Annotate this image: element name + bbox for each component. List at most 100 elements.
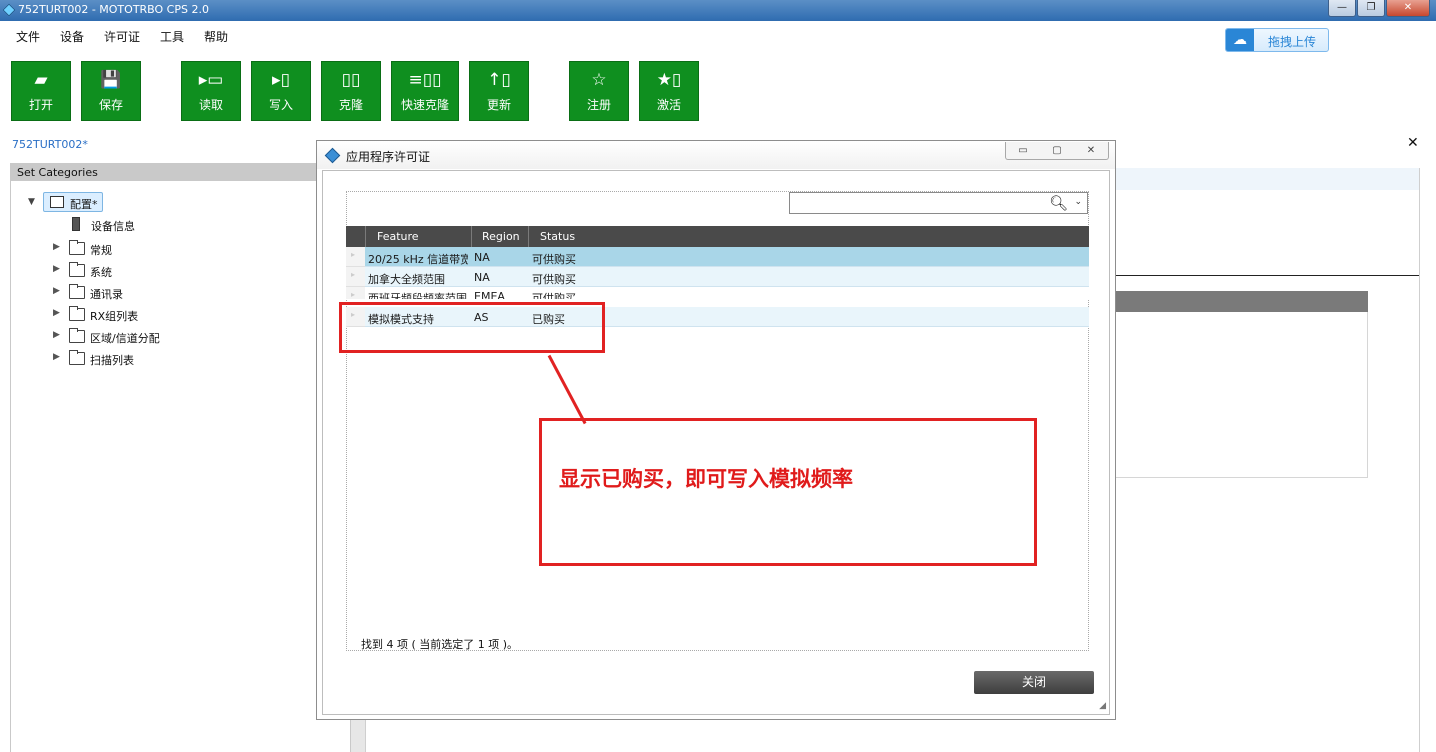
search-input[interactable]: 🔍︎ ⌄ — [789, 192, 1088, 214]
menu-tools[interactable]: 工具 — [160, 28, 184, 45]
search-icon[interactable]: 🔍︎ — [1049, 194, 1068, 212]
write-label: 写入 — [268, 98, 293, 112]
close-button[interactable]: 关闭 — [974, 671, 1094, 694]
folder-icon — [69, 328, 85, 343]
folder-icon — [69, 306, 85, 321]
update-button[interactable]: ↑▯ 更新 — [469, 61, 529, 121]
background-grid-body — [1113, 312, 1368, 478]
menu-bar: 文件 设备 许可证 工具 帮助 — [0, 22, 1436, 48]
grid-header: Feature Region Status — [346, 226, 1089, 247]
maximize-button[interactable]: ❐ — [1357, 0, 1385, 17]
tree-item-system[interactable]: ▶ 系统 — [53, 261, 253, 281]
tree-item-label: 扫描列表 — [90, 354, 134, 367]
column-region[interactable]: Region — [482, 230, 520, 243]
cell-feature: 西班牙频段频率范围 — [368, 292, 467, 299]
minimize-button[interactable]: — — [1328, 0, 1356, 17]
tree-item-label: 通讯录 — [90, 288, 123, 301]
table-row[interactable]: 西班牙频段频率范围 EMEA 可供购买 — [346, 287, 1089, 299]
quick-clone-label: 快速克隆 — [400, 98, 449, 112]
cell-region: EMEA — [474, 290, 505, 299]
cell-region: NA — [474, 251, 490, 264]
save-button[interactable]: 💾 保存 — [81, 61, 141, 121]
window-controls: — ❐ ✕ — [1327, 0, 1430, 17]
column-separator[interactable] — [471, 226, 472, 247]
tree-item-zone-channel[interactable]: ▶ 区域/信道分配 — [53, 327, 253, 347]
folder-icon — [69, 284, 85, 299]
window-title: 752TURT002 - MOTOTRBO CPS 2.0 — [18, 3, 209, 16]
table-row[interactable]: 加拿大全频范围 NA 可供购买 — [346, 267, 1089, 287]
expand-arrow-icon[interactable]: ▼ — [28, 197, 35, 207]
row-header[interactable] — [346, 287, 365, 299]
clone-radios-icon: ▯▯ — [341, 70, 361, 90]
tree-item-rx-group-list[interactable]: ▶ RX组列表 — [53, 305, 253, 325]
tree-item-label: RX组列表 — [90, 310, 139, 323]
column-feature[interactable]: Feature — [377, 230, 419, 243]
dialog-close-button[interactable]: ✕ — [1074, 142, 1108, 159]
write-button[interactable]: ▸▯ 写入 — [251, 61, 311, 121]
tree-root-label: 配置* — [70, 198, 98, 211]
close-document-icon[interactable]: ✕ — [1407, 135, 1419, 151]
dialog-minimize-button[interactable]: ▭ — [1006, 142, 1040, 159]
drag-upload-button[interactable]: ☁ 拖拽上传 — [1225, 28, 1329, 52]
annotation-highlight-box — [339, 302, 605, 353]
tree-item-contacts[interactable]: ▶ 通讯录 — [53, 283, 253, 303]
chevron-down-icon[interactable]: ⌄ — [1074, 197, 1082, 207]
drag-upload-label: 拖拽上传 — [1268, 35, 1317, 49]
read-device-icon: ▸▭ — [198, 70, 224, 90]
expand-arrow-icon[interactable]: ▶ — [53, 286, 60, 296]
expand-arrow-icon[interactable]: ▶ — [53, 242, 60, 252]
column-status[interactable]: Status — [540, 230, 575, 243]
expand-arrow-icon[interactable]: ▶ — [53, 330, 60, 340]
expand-arrow-icon[interactable]: ▶ — [53, 264, 60, 274]
floppy-icon: 💾 — [100, 70, 122, 90]
tree-item-scan-list[interactable]: ▶ 扫描列表 — [53, 349, 253, 369]
cell-region: NA — [474, 271, 490, 284]
tree-item-label: 系统 — [90, 266, 112, 279]
cell-status: 可供购买 — [532, 292, 576, 299]
write-radio-icon: ▸▯ — [272, 70, 290, 90]
clone-label: 克隆 — [338, 98, 363, 112]
clone-button[interactable]: ▯▯ 克隆 — [321, 61, 381, 121]
expand-arrow-icon[interactable]: ▶ — [53, 308, 60, 318]
dialog-title: 应用程序许可证 — [346, 150, 431, 164]
radio-device-icon — [72, 217, 80, 231]
tree-item-device-info[interactable]: 设备信息 — [72, 215, 172, 235]
update-label: 更新 — [486, 98, 511, 112]
open-label: 打开 — [28, 98, 53, 112]
table-row[interactable]: 20/25 kHz 信道带宽 NA 可供购买 — [346, 247, 1089, 267]
expand-arrow-icon[interactable]: ▶ — [53, 352, 60, 362]
annotation-text: 显示已购买，即可写入模拟频率 — [559, 467, 853, 491]
cloud-icon: ☁ — [1226, 29, 1254, 51]
dialog-window-controls: ▭ ▢ ✕ — [1005, 142, 1109, 160]
tree-root-config[interactable]: 配置* — [43, 192, 103, 212]
row-header[interactable] — [346, 247, 365, 267]
column-separator[interactable] — [528, 226, 529, 247]
menu-file[interactable]: 文件 — [16, 28, 40, 45]
open-button[interactable]: ▰ 打开 — [11, 61, 71, 121]
read-button[interactable]: ▸▭ 读取 — [181, 61, 241, 121]
resize-grip-icon[interactable]: ◢ — [1099, 701, 1106, 711]
splitter[interactable] — [351, 718, 366, 752]
register-button[interactable]: ☆ 注册 — [569, 61, 629, 121]
menu-license[interactable]: 许可证 — [104, 28, 140, 45]
quick-clone-button[interactable]: ≡▯▯ 快速克隆 — [391, 61, 459, 121]
cell-status: 可供购买 — [532, 253, 576, 266]
tree-item-general[interactable]: ▶ 常规 — [53, 239, 253, 259]
quick-clone-icon: ≡▯▯ — [408, 70, 442, 90]
menu-device[interactable]: 设备 — [60, 28, 84, 45]
menu-help[interactable]: 帮助 — [204, 28, 228, 45]
result-count: 找到 4 项 ( 当前选定了 1 项 )。 — [361, 638, 519, 651]
folder-icon — [69, 240, 85, 255]
row-header[interactable] — [346, 267, 365, 287]
update-arrow-icon: ↑▯ — [487, 70, 511, 90]
activate-button[interactable]: ★▯ 激活 — [639, 61, 699, 121]
folder-open-icon: ▰ — [34, 70, 48, 90]
right-scroll-edge — [1419, 168, 1420, 752]
app-icon — [2, 3, 16, 17]
column-separator — [365, 226, 366, 247]
close-window-button[interactable]: ✕ — [1386, 0, 1430, 17]
star-radio-icon: ★▯ — [656, 70, 682, 90]
background-grid-header — [1113, 291, 1368, 312]
document-tab[interactable]: 752TURT002* — [12, 138, 88, 151]
dialog-maximize-button[interactable]: ▢ — [1040, 142, 1074, 159]
